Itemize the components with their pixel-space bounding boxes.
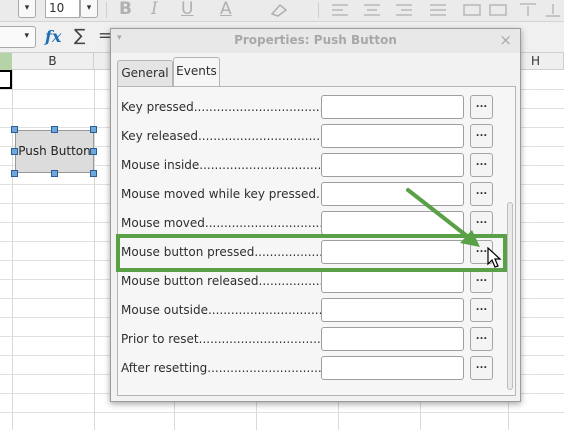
annotation-arrow-icon [406, 188, 480, 247]
mouse-pointer-icon [487, 247, 502, 268]
